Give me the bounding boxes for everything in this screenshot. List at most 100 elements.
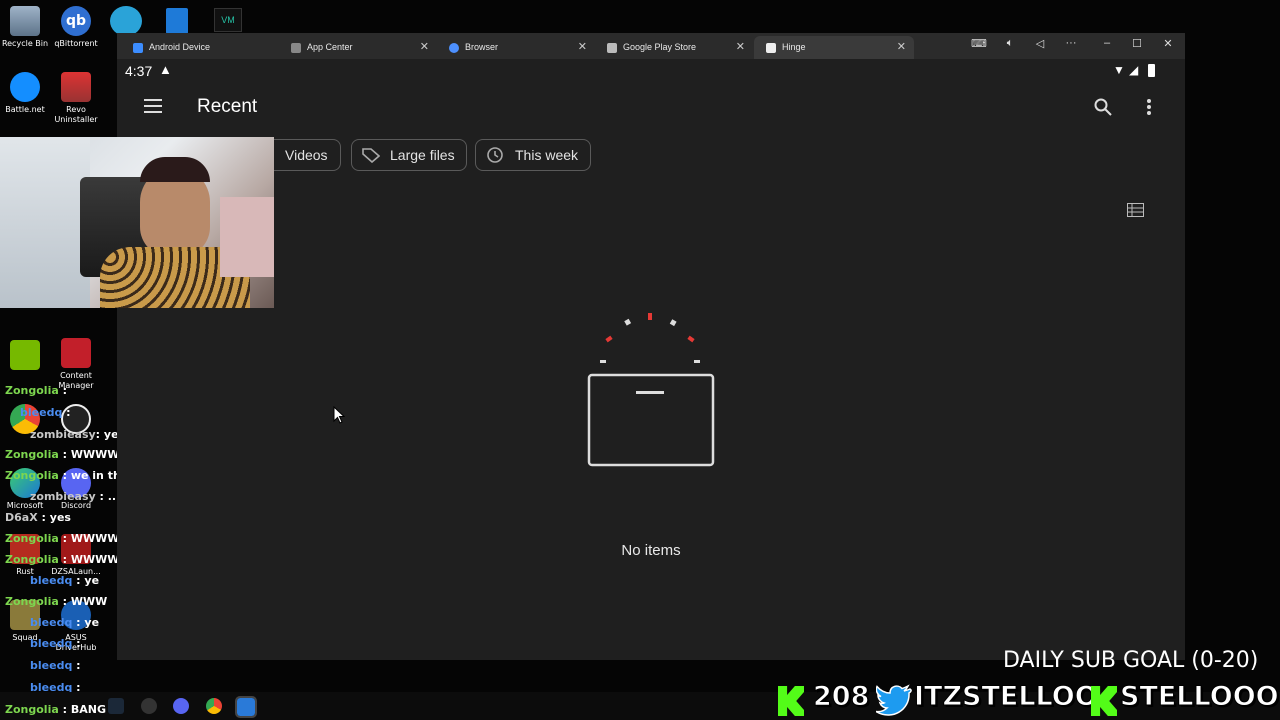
android-device-icon [133, 43, 143, 53]
desktop-icon-label: Revo Uninstaller [54, 105, 98, 124]
app-center-icon [291, 43, 301, 53]
chat-text: : ye [76, 574, 100, 587]
webcam-person-hair [140, 157, 210, 182]
mouse-cursor-icon [333, 406, 345, 424]
emulator-taskbar-icon[interactable] [235, 696, 257, 718]
kick-handle: STELLOOO [1120, 681, 1280, 713]
volume-icon[interactable]: 🔈︎ [1000, 37, 1020, 50]
chat-text: : WWW [62, 595, 108, 608]
chip-label: Large files [390, 147, 455, 163]
list-view-icon[interactable] [1127, 203, 1144, 217]
minimize-icon[interactable]: – [1097, 37, 1117, 49]
desktop-icon-recycle-bin[interactable]: Recycle Bin [0, 6, 50, 49]
close-tab-icon[interactable]: ✕ [736, 36, 745, 59]
chat-text: : ye [76, 616, 100, 629]
chat-username: bleedq [30, 616, 73, 629]
desktop-icon-label: Recycle Bin [1, 39, 49, 48]
wifi-icon: ▼ [1113, 63, 1125, 77]
tab-hinge[interactable]: Hinge ✕ [754, 36, 914, 59]
desktop-icon-revo[interactable]: Revo Uninstaller [51, 72, 101, 125]
desktop-icon-label: Battle.net [5, 105, 45, 114]
desktop-app-icon[interactable] [110, 6, 142, 36]
tab-app-center[interactable]: App Center ✕ [279, 36, 437, 59]
filter-chip-this-week[interactable]: This week [475, 139, 591, 171]
tab-label: Hinge [782, 42, 806, 52]
desktop-icon-battlenet[interactable]: Battle.net [0, 72, 50, 115]
chat-username: zombieasy [30, 428, 96, 441]
tab-label: Android Device [149, 42, 211, 52]
chat-text: : [76, 637, 81, 650]
menu-icon[interactable] [144, 99, 162, 113]
android-status-bar: 4:37 ▲ ▼ ◢ [117, 59, 1185, 83]
chat-username: D6aX [5, 511, 38, 524]
twitter-handle: ITZSTELLOO [914, 681, 1099, 713]
steam-icon[interactable] [108, 698, 124, 714]
desktop-icon-nvidia[interactable] [0, 340, 50, 373]
chat-message: Zongolia : [5, 384, 67, 397]
desktop-icon-qbittorrent[interactable]: qb qBittorrent [51, 6, 101, 49]
search-icon[interactable] [1094, 98, 1112, 116]
keyboard-icon[interactable]: ⌨ [969, 37, 989, 50]
more-icon[interactable]: ··· [1061, 37, 1081, 49]
overflow-menu-icon[interactable] [1146, 98, 1152, 116]
chat-text: : [76, 659, 81, 672]
chip-label: Videos [285, 147, 328, 163]
close-tab-icon[interactable]: ✕ [578, 36, 587, 59]
chat-message: bleedq : [20, 406, 71, 419]
close-tab-icon[interactable]: ✕ [420, 36, 429, 59]
kick-follower-count: 208 [812, 681, 870, 713]
chat-username: bleedq [30, 574, 73, 587]
desktop-file-icon[interactable] [166, 8, 188, 34]
qbittorrent-icon: qb [61, 6, 91, 36]
chat-message: D6aX : yes [5, 511, 71, 524]
chat-username: zombieasy [30, 490, 96, 503]
tab-bar: Android Device App Center ✕ Browser ✕ Go… [117, 33, 1185, 59]
tab-label: Google Play Store [623, 42, 697, 52]
chat-message: bleedq : ye [30, 574, 99, 587]
chat-message: bleedq : ye [30, 616, 99, 629]
chat-text: : [62, 384, 68, 397]
chip-label: This week [515, 147, 579, 163]
chat-message: Zongolia : WWWWW [5, 532, 132, 545]
chat-message: Zongolia : WWWWW [5, 448, 132, 461]
signal-icon: ◢ [1129, 63, 1139, 77]
desktop-vm-icon[interactable]: VM [214, 8, 242, 32]
chrome-taskbar-icon[interactable] [206, 698, 222, 714]
tab-browser[interactable]: Browser ✕ [437, 36, 595, 59]
revo-uninstaller-icon [61, 72, 91, 102]
chat-username: Zongolia [5, 703, 59, 716]
tab-label: Browser [465, 42, 499, 52]
close-window-icon[interactable]: ✕ [1158, 37, 1178, 50]
play-store-icon [607, 43, 617, 53]
hinge-icon [766, 43, 776, 53]
obs-icon[interactable] [141, 698, 157, 714]
chat-message: Zongolia : WWWWW [5, 553, 132, 566]
tab-label: App Center [307, 42, 353, 52]
close-tab-icon[interactable]: ✕ [897, 36, 906, 59]
maximize-icon[interactable]: ☐ [1127, 37, 1147, 50]
chat-username: bleedq [20, 406, 63, 419]
chat-username: bleedq [30, 637, 73, 650]
chat-username: Zongolia [5, 553, 59, 566]
empty-state-text: No items [621, 542, 681, 559]
chat-username: Zongolia [5, 532, 59, 545]
filter-chip-large-files[interactable]: Large files [351, 139, 467, 171]
chat-username: Zongolia [5, 448, 59, 461]
app-bar: Recent [117, 83, 1185, 133]
page-title: Recent [197, 96, 258, 117]
recycle-bin-icon [10, 6, 40, 36]
webcam-background-cloth [220, 197, 274, 277]
discord-taskbar-icon[interactable] [173, 698, 189, 714]
chat-text: : [66, 406, 71, 419]
chat-username: bleedq [30, 659, 73, 672]
desktop-screen: Recycle Bin qb qBittorrent VM Battle.net… [0, 0, 1280, 720]
battery-icon [1148, 64, 1155, 77]
battlenet-icon [10, 72, 40, 102]
back-icon[interactable]: ◁ [1030, 37, 1050, 50]
tab-google-play[interactable]: Google Play Store ✕ [595, 36, 753, 59]
browser-icon [449, 43, 459, 53]
desktop-icon-label: qBittorrent [54, 39, 98, 48]
tab-android-device[interactable]: Android Device [121, 36, 279, 59]
status-time: 4:37 [125, 63, 153, 79]
chat-text: : yes [41, 511, 71, 524]
